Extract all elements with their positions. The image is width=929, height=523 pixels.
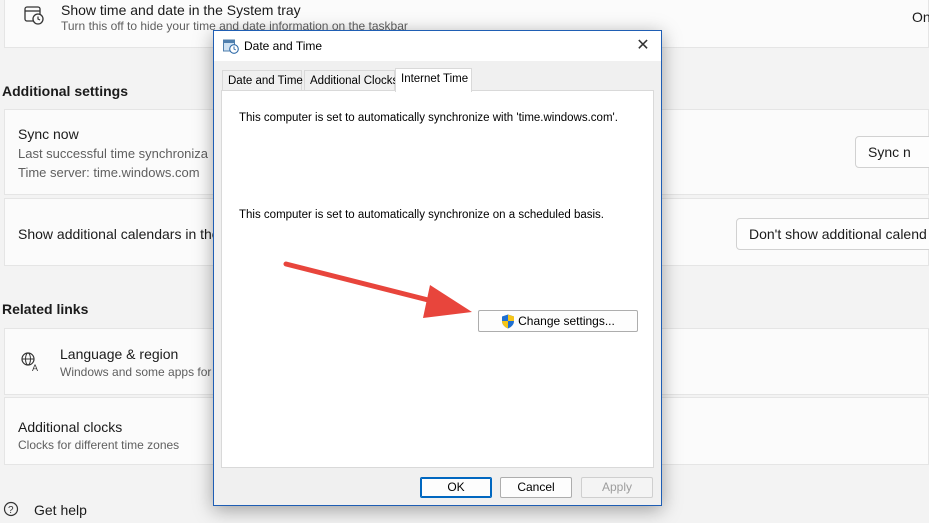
tab-additional-clocks[interactable]: Additional Clocks bbox=[304, 70, 398, 91]
change-settings-label: Change settings... bbox=[518, 314, 615, 328]
sync-title: Sync now bbox=[18, 126, 79, 142]
tab-internet-time[interactable]: Internet Time bbox=[395, 68, 472, 92]
language-title: Language & region bbox=[60, 346, 179, 362]
svg-text:?: ? bbox=[8, 505, 14, 516]
calendars-dropdown[interactable]: Don't show additional calend bbox=[736, 218, 929, 250]
sync-schedule-text: This computer is set to automatically sy… bbox=[239, 209, 604, 221]
calendar-clock-icon bbox=[24, 6, 44, 25]
time-server-text: Time server: time.windows.com bbox=[18, 165, 200, 180]
additional-settings-heading: Additional settings bbox=[2, 83, 128, 99]
dialog-title: Date and Time bbox=[244, 39, 323, 53]
internet-time-panel: This computer is set to automatically sy… bbox=[221, 90, 654, 468]
tray-row-title: Show time and date in the System tray bbox=[61, 2, 301, 18]
cancel-button[interactable]: Cancel bbox=[500, 477, 572, 498]
svg-text:A: A bbox=[32, 363, 38, 373]
sync-server-text: This computer is set to automatically sy… bbox=[239, 112, 618, 124]
sync-last-text: Last successful time synchroniza bbox=[18, 146, 209, 161]
get-help-link[interactable]: Get help bbox=[34, 502, 87, 518]
shield-icon bbox=[502, 314, 515, 328]
apply-button[interactable]: Apply bbox=[581, 477, 653, 498]
related-links-heading: Related links bbox=[2, 301, 89, 317]
calendars-title: Show additional calendars in the bbox=[18, 226, 220, 242]
language-subtitle: Windows and some apps for bbox=[60, 365, 212, 379]
language-icon: A bbox=[21, 352, 38, 373]
tray-toggle-state: On bbox=[912, 9, 929, 25]
sync-now-button[interactable]: Sync n bbox=[855, 136, 929, 168]
dialog-titlebar[interactable]: Date and Time ✕ bbox=[214, 31, 661, 61]
clocks-title: Additional clocks bbox=[18, 419, 123, 435]
change-settings-button[interactable]: Change settings... bbox=[478, 310, 638, 332]
tab-date-and-time[interactable]: Date and Time bbox=[222, 70, 303, 91]
date-time-app-icon bbox=[223, 39, 239, 54]
clocks-subtitle: Clocks for different time zones bbox=[18, 438, 180, 452]
date-time-dialog: Date and Time ✕ Date and Time Additional… bbox=[213, 30, 662, 506]
ok-button[interactable]: OK bbox=[420, 477, 492, 498]
close-icon[interactable]: ✕ bbox=[633, 36, 653, 56]
help-icon: ? bbox=[3, 501, 19, 517]
